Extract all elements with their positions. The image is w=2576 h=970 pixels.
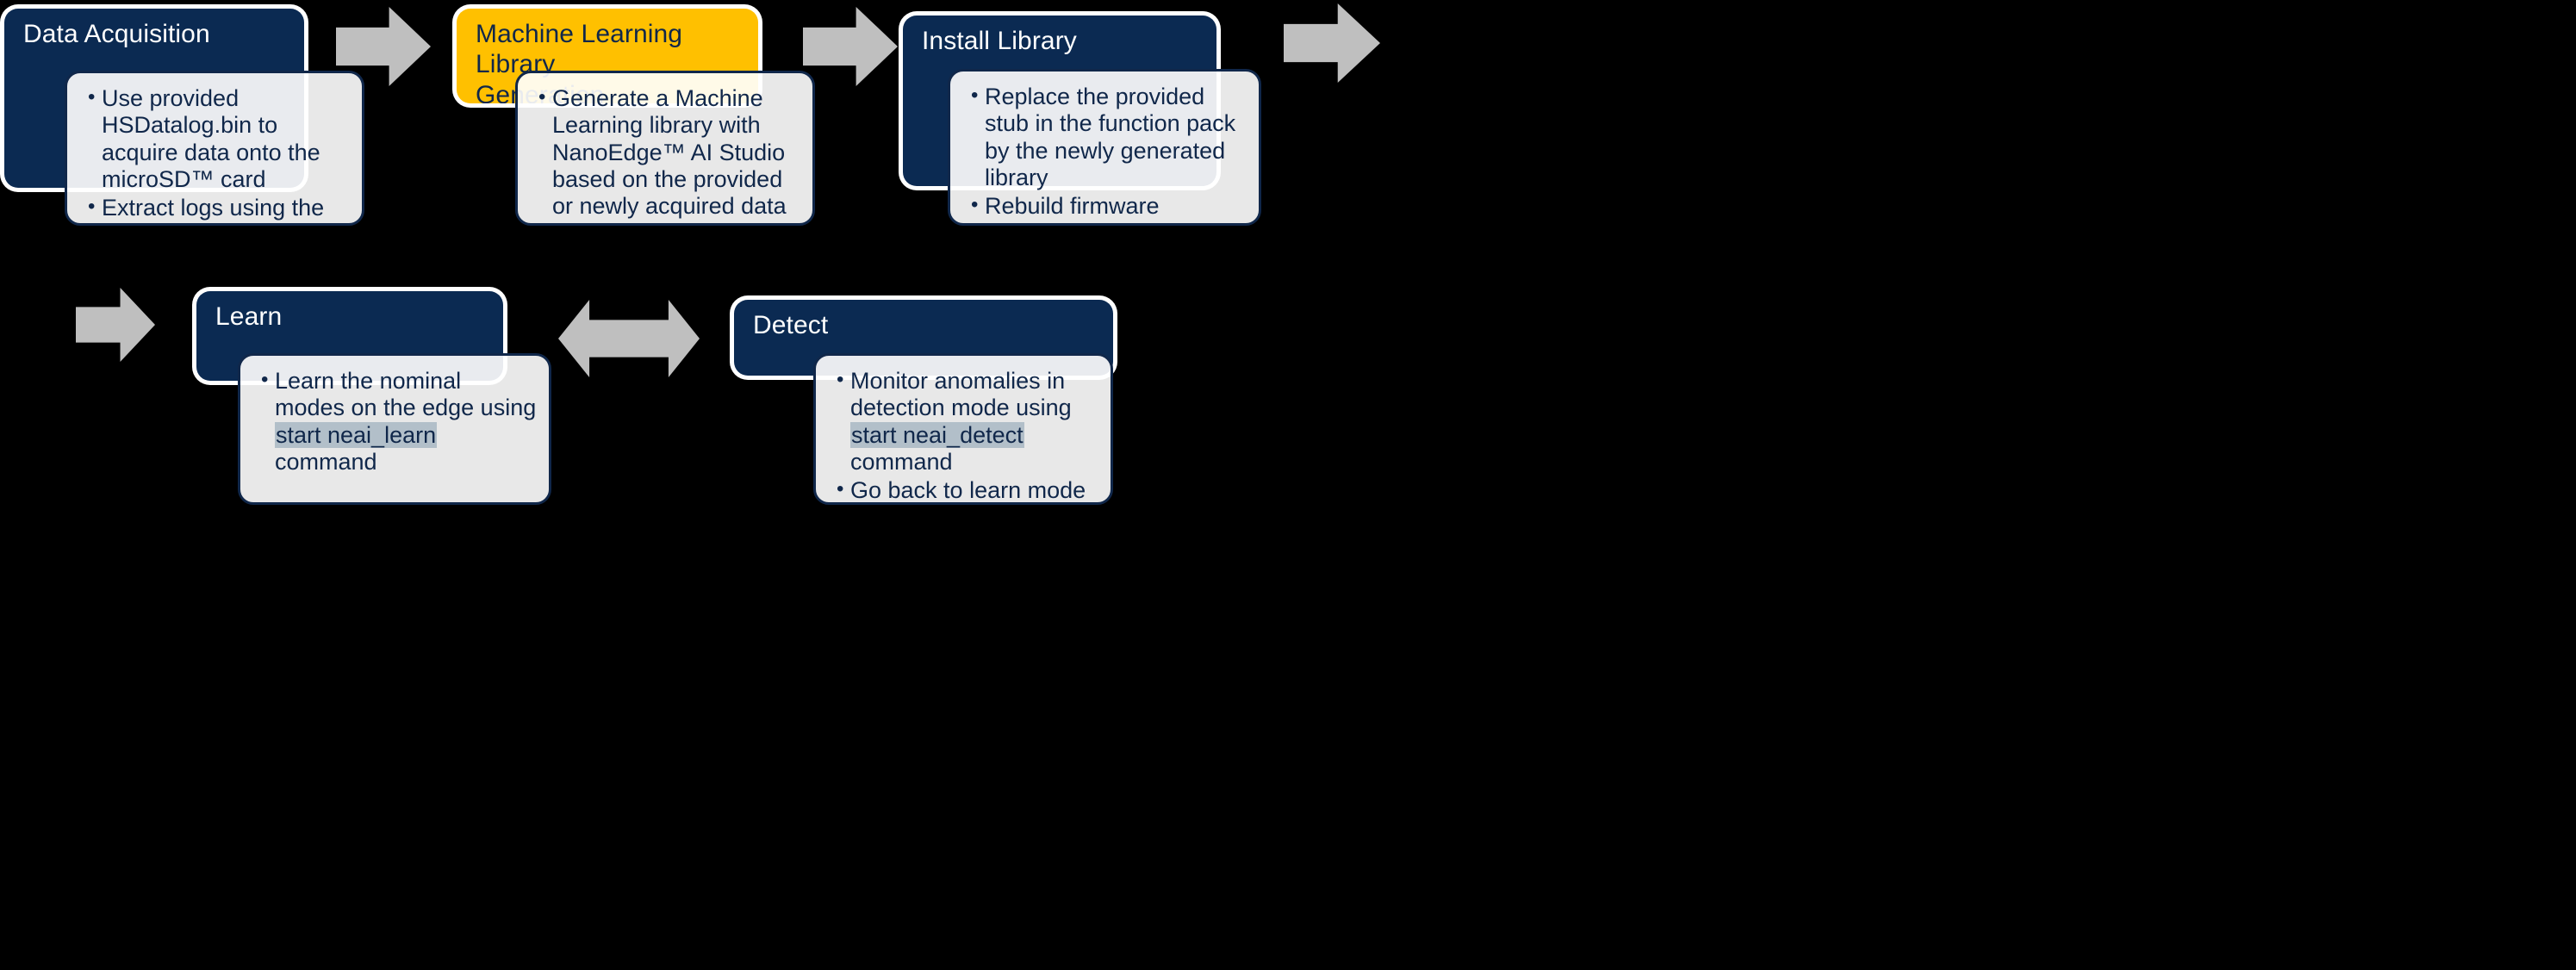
bullet-list: Use provided HSDatalog.bin to acquire da… [67, 73, 362, 223]
list-item: Replace the provided stub in the functio… [971, 83, 1247, 191]
stage-body-learn: Learn the nominal modes on the edge usin… [238, 353, 551, 505]
list-item: Download the library [538, 221, 800, 223]
arrow-bidirectional-icon-learn-detect [558, 300, 700, 377]
bullet-text-rich: Learn the nominal modes on the edge usin… [275, 368, 536, 475]
list-item: Generate a Machine Learning library with… [538, 84, 800, 221]
arrow-right-icon-install-to-learn [1284, 3, 1380, 83]
bullet-text: Use provided HSDatalog.bin to acquire da… [102, 85, 320, 192]
bullet-text: Rebuild firmware [985, 193, 1160, 220]
bullet-text: Extract logs using the Python™ scripts p… [102, 195, 325, 223]
arrow-right-icon-generation-to-install [803, 7, 898, 86]
bullet-text-rich: Monitor anomalies in detection mode usin… [850, 368, 1072, 475]
stage-title: Learn [215, 302, 283, 331]
inline-code: start neai_detect [850, 421, 1024, 448]
stage-body-install-library: Replace the provided stub in the functio… [948, 69, 1261, 226]
list-item: Extract logs using the Python™ scripts p… [88, 194, 350, 223]
bullet-text: Go back to learn mode to improve the lea… [850, 477, 1086, 504]
bullet-text: Generate a Machine Learning library with… [552, 85, 787, 220]
bullet-text: Download the library [552, 222, 764, 223]
stage-body-detect: Monitor anomalies in detection mode usin… [813, 353, 1113, 505]
stage-body-ml-library-generation: Generate a Machine Learning library with… [515, 71, 815, 226]
bullet-list: Monitor anomalies in detection mode usin… [816, 356, 1111, 504]
list-item: Use provided HSDatalog.bin to acquire da… [88, 84, 350, 193]
list-item: Learn the nominal modes on the edge usin… [261, 367, 537, 476]
list-item: Program the STWIN with new firmware [971, 221, 1247, 223]
workflow-diagram: Data Acquisition Use provided HSDatalog.… [0, 0, 2576, 970]
inline-text: command [275, 448, 377, 475]
stage-title: Install Library [922, 27, 1077, 55]
bullet-list: Generate a Machine Learning library with… [518, 73, 812, 223]
arrow-right-icon-row2-into-learn [76, 288, 155, 362]
inline-text: Monitor anomalies in detection mode usin… [850, 368, 1072, 421]
list-item: Go back to learn mode to improve the lea… [837, 476, 1098, 504]
bullet-text: Program the STWIN with new firmware [985, 222, 1242, 223]
inline-text: command [850, 448, 953, 475]
list-item: Rebuild firmware [971, 192, 1247, 220]
list-item: Monitor anomalies in detection mode usin… [837, 367, 1098, 476]
bullet-text: Replace the provided stub in the functio… [985, 84, 1236, 190]
inline-code: start neai_learn [275, 421, 438, 448]
stage-title: Detect [753, 311, 829, 339]
stage-title: Data Acquisition [23, 20, 210, 48]
bullet-list: Replace the provided stub in the functio… [950, 72, 1259, 223]
bullet-list: Learn the nominal modes on the edge usin… [240, 356, 549, 486]
inline-text: Learn the nominal modes on the edge usin… [275, 368, 537, 421]
stage-body-data-acquisition: Use provided HSDatalog.bin to acquire da… [65, 71, 364, 226]
